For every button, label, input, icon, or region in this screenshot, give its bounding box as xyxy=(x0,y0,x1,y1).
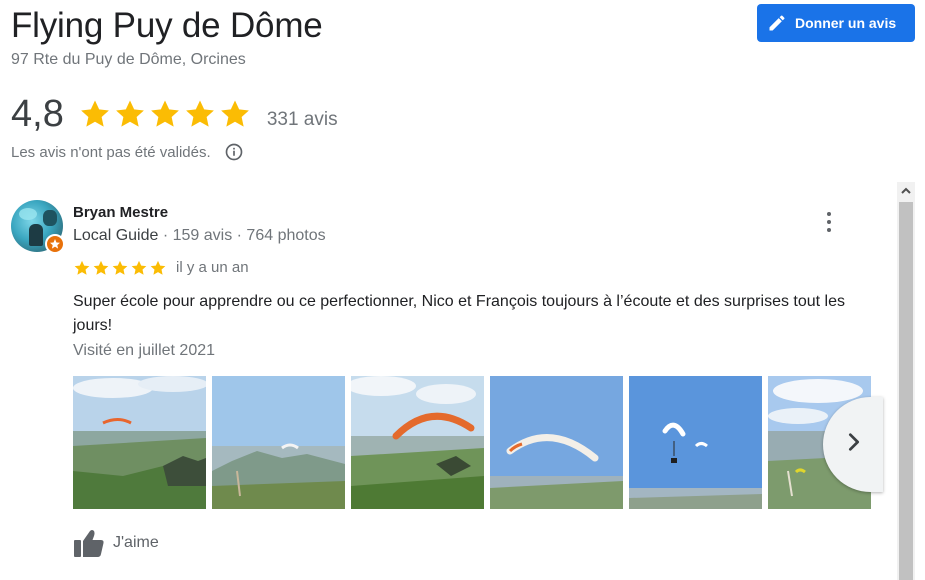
place-address: 97 Rte du Puy de Dôme, Orcines xyxy=(11,51,246,68)
local-guide-badge-icon xyxy=(45,234,65,254)
validation-note: Les avis n'ont pas été validés. xyxy=(11,143,244,161)
star-icon xyxy=(150,100,179,127)
rating-summary: 4,8 331 avis xyxy=(11,92,338,136)
photo-strip xyxy=(73,376,871,509)
write-review-label: Donner un avis xyxy=(795,15,897,31)
thumb-up-icon xyxy=(73,528,105,558)
write-review-button[interactable]: Donner un avis xyxy=(757,4,915,42)
like-label: J'aime xyxy=(113,534,159,551)
review-photo[interactable] xyxy=(351,376,484,509)
review-photo[interactable] xyxy=(490,376,623,509)
reviewer-meta: Local Guide · 159 avis · 764 photos xyxy=(73,226,326,246)
star-icon xyxy=(80,100,109,127)
info-icon[interactable] xyxy=(224,142,244,162)
rating-score: 4,8 xyxy=(11,93,64,135)
star-icon xyxy=(93,260,109,275)
visit-date: Visité en juillet 2021 xyxy=(73,342,216,359)
scroll-up-arrow-icon[interactable] xyxy=(897,182,915,200)
review-text: Super école pour apprendre ou ce perfect… xyxy=(73,293,845,334)
review-date: il y a un an xyxy=(176,259,249,276)
reviewer-name[interactable]: Bryan Mestre xyxy=(73,204,168,222)
star-icon xyxy=(112,260,128,275)
rating-stars xyxy=(78,97,253,131)
chevron-right-icon xyxy=(843,431,865,458)
validation-note-text: Les avis n'ont pas été validés. xyxy=(11,143,211,161)
rating-count[interactable]: 331 avis xyxy=(267,109,338,131)
star-icon xyxy=(115,100,144,127)
review-photo[interactable] xyxy=(629,376,762,509)
place-title: Flying Puy de Dôme xyxy=(11,6,323,45)
star-icon xyxy=(185,100,214,127)
pencil-icon xyxy=(767,13,787,33)
avatar[interactable] xyxy=(11,200,65,254)
star-icon xyxy=(131,260,147,275)
star-icon xyxy=(74,260,90,275)
review-photo[interactable] xyxy=(73,376,206,509)
review-stars xyxy=(73,259,168,277)
local-guide-label: Local Guide xyxy=(73,227,159,244)
reviewer-stats: · 159 avis · 764 photos xyxy=(158,227,326,244)
review-photo[interactable] xyxy=(212,376,345,509)
star-icon xyxy=(150,260,166,275)
scrollbar[interactable] xyxy=(897,182,915,580)
more-vert-icon[interactable] xyxy=(818,208,840,236)
like-button[interactable]: J'aime xyxy=(73,528,159,558)
star-icon xyxy=(220,100,249,127)
scroll-thumb[interactable] xyxy=(899,202,913,580)
